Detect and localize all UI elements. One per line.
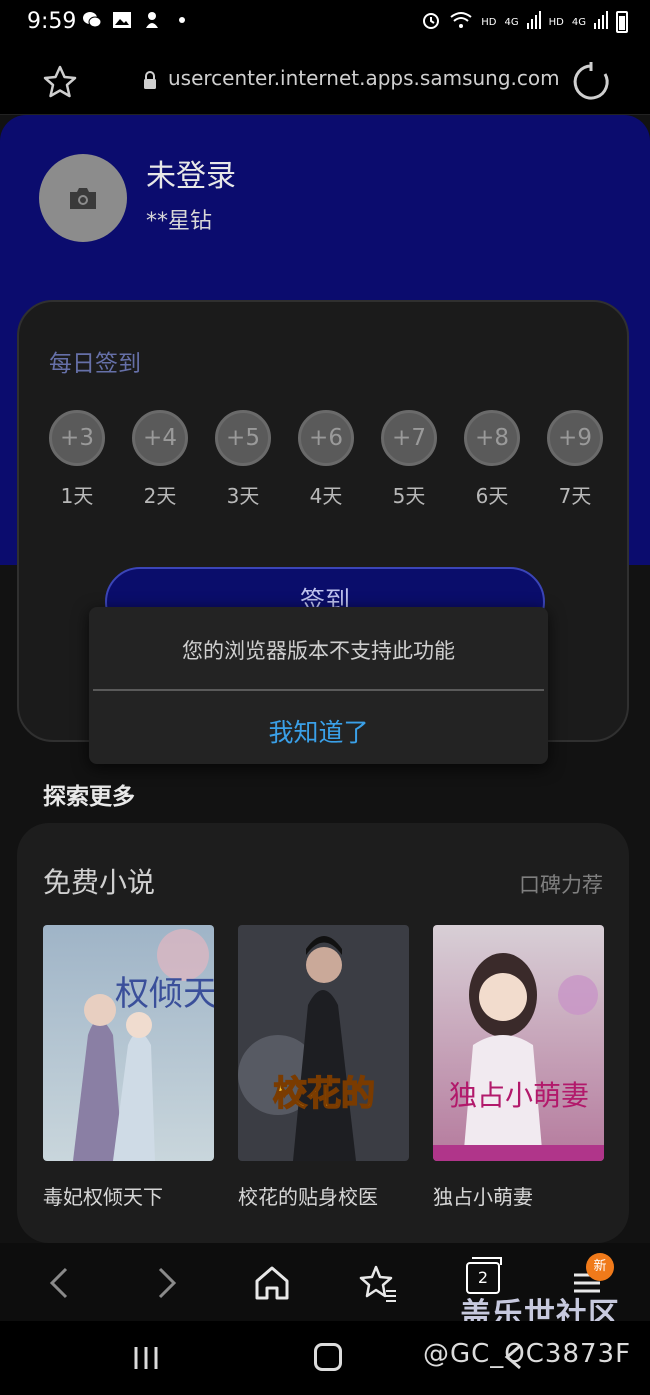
- checkin-day: +4 2天: [132, 410, 188, 509]
- dot-icon: [172, 10, 192, 30]
- notification-icons: [82, 10, 192, 30]
- signal-1-icon: [526, 11, 541, 33]
- explore-more-heading: 探索更多: [43, 784, 135, 810]
- bookmark-star-icon[interactable]: [40, 62, 80, 102]
- avatar[interactable]: [39, 154, 127, 242]
- checkin-title: 每日签到: [49, 351, 141, 377]
- day-label: 6天: [475, 484, 509, 508]
- recommended-tag[interactable]: 口碑力荐: [519, 869, 603, 899]
- battery-icon: [616, 11, 628, 33]
- checkin-day: +3 1天: [49, 410, 105, 509]
- dialog-confirm-button[interactable]: 我知道了: [89, 713, 548, 749]
- app-notification-icon: [142, 10, 162, 30]
- recents-icon[interactable]: [133, 1345, 159, 1371]
- dialog-divider: [93, 689, 544, 691]
- checkin-day: +8 6天: [464, 410, 520, 509]
- day-reward: +9: [547, 410, 603, 466]
- day-reward: +4: [132, 410, 188, 466]
- wechat-icon: [82, 10, 102, 30]
- network-1-label: 4G: [504, 16, 519, 28]
- book-cover-title: 独占小萌妻: [449, 1079, 589, 1112]
- watermark-user-id: @GC_OC3873F: [423, 1339, 632, 1369]
- book-name[interactable]: 校花的贴身校医: [238, 1181, 409, 1210]
- lock-icon: [144, 71, 156, 89]
- unsupported-dialog: 您的浏览器版本不支持此功能 我知道了: [89, 607, 548, 764]
- browser-url-bar: usercenter.internet.apps.samsung.com: [0, 50, 650, 115]
- day-label: 2天: [143, 484, 177, 508]
- user-star-diamond: **星钻: [146, 209, 213, 234]
- alarm-icon: [421, 10, 441, 34]
- book-cover[interactable]: 权倾天下: [43, 925, 214, 1161]
- book-item[interactable]: 独占小萌妻 独占小萌妻: [433, 925, 604, 1210]
- user-name[interactable]: 未登录: [146, 151, 236, 195]
- book-cover[interactable]: 校花的: [238, 925, 409, 1161]
- browser-toolbar: 2 新 盖乐世社区: [0, 1243, 650, 1333]
- book-cover-title: 校花的: [273, 1074, 375, 1114]
- checkin-day: +7 5天: [381, 410, 437, 509]
- system-nav-bar: @GC_OC3873F: [0, 1321, 650, 1395]
- day-label: 1天: [60, 484, 94, 508]
- network-2-label: 4G: [571, 16, 586, 28]
- book-name[interactable]: 毒妃权倾天下: [43, 1181, 214, 1210]
- free-novels-title: 免费小说: [43, 866, 156, 899]
- day-reward: +3: [49, 410, 105, 466]
- signal-2-label: HD: [548, 16, 564, 28]
- day-label: 3天: [226, 484, 260, 508]
- home-icon[interactable]: [252, 1263, 292, 1303]
- signal-1-label: HD: [481, 16, 497, 28]
- status-bar: 9:59 HD 4G HD 4G: [0, 0, 650, 50]
- book-cover[interactable]: 独占小萌妻: [433, 925, 604, 1161]
- checkin-day: +9 7天: [547, 410, 603, 509]
- day-label: 7天: [558, 484, 592, 508]
- free-novels-card: 免费小说 口碑力荐 权倾天 毒妃权倾天下 校花的 校花的贴身校医 独占小萌妻 独…: [17, 823, 629, 1243]
- forward-arrow-icon[interactable]: [146, 1263, 186, 1303]
- bookmarks-icon[interactable]: [358, 1263, 398, 1303]
- status-right: HD 4G HD 4G: [421, 10, 628, 34]
- image-icon: [112, 10, 132, 30]
- wifi-icon: [449, 10, 473, 34]
- checkin-day: +6 4天: [298, 410, 354, 509]
- book-name[interactable]: 独占小萌妻: [433, 1181, 604, 1210]
- dialog-message: 您的浏览器版本不支持此功能: [182, 639, 455, 663]
- book-item[interactable]: 校花的 校花的贴身校医: [238, 925, 409, 1210]
- camera-icon: [70, 188, 96, 209]
- book-cover-title: 权倾天下: [115, 974, 214, 1014]
- url-address[interactable]: usercenter.internet.apps.samsung.com: [168, 66, 560, 90]
- day-label: 4天: [309, 484, 343, 508]
- signal-2-icon: [594, 11, 608, 33]
- back-arrow-icon[interactable]: [40, 1263, 80, 1303]
- day-label: 5天: [392, 484, 426, 508]
- new-badge: 新: [586, 1253, 614, 1281]
- status-time: 9:59: [27, 9, 77, 34]
- system-home-icon[interactable]: [314, 1343, 342, 1371]
- book-item[interactable]: 权倾天下 毒妃权倾天下: [43, 925, 214, 1210]
- checkin-days: +3 1天 +4 2天 +5 3天 +6 4天 +7 5天 +8 6天 +9 7…: [49, 410, 605, 510]
- day-reward: +7: [381, 410, 437, 466]
- reload-icon[interactable]: [570, 61, 612, 103]
- day-reward: +5: [215, 410, 271, 466]
- checkin-day: +5 3天: [215, 410, 271, 509]
- day-reward: +6: [298, 410, 354, 466]
- screen: 9:59 HD 4G HD 4G usercenter.internet.app…: [0, 0, 650, 1395]
- day-reward: +8: [464, 410, 520, 466]
